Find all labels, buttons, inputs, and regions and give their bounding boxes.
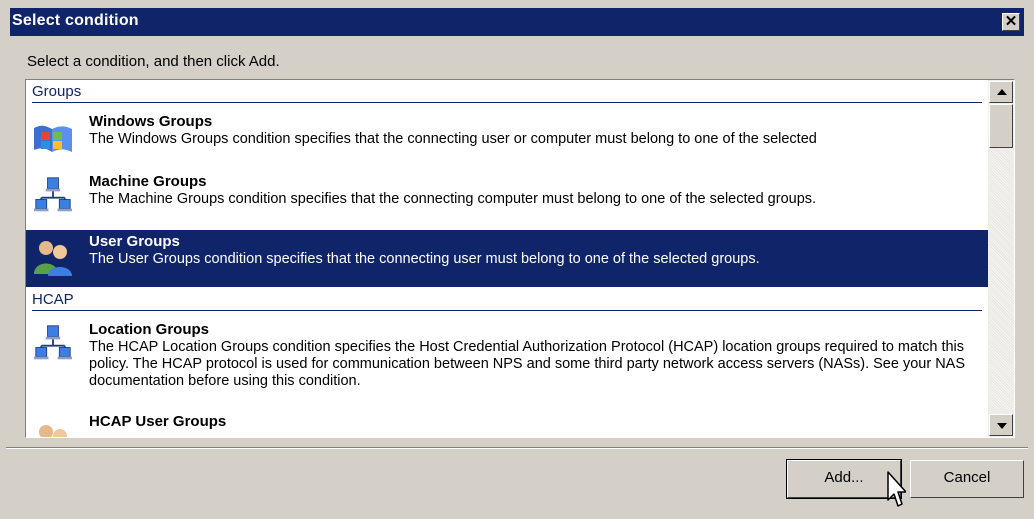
footer-divider xyxy=(6,447,1028,449)
mouse-cursor-icon xyxy=(887,471,906,507)
vertical-scrollbar[interactable] xyxy=(988,80,1014,437)
item-title: HCAP User Groups xyxy=(89,413,227,430)
list-item-location-groups[interactable]: Location Groups The HCAP Location Groups… xyxy=(26,318,988,402)
list-item-hcap-user-groups[interactable]: HCAP User Groups xyxy=(26,410,988,437)
item-description: The Windows Groups condition specifies t… xyxy=(89,131,817,147)
list-item-user-groups[interactable]: User Groups The User Groups condition sp… xyxy=(26,230,988,287)
item-title: User Groups xyxy=(89,233,180,250)
location-groups-icon xyxy=(34,325,72,360)
group-divider xyxy=(32,102,982,103)
scroll-down-button[interactable] xyxy=(989,414,1013,436)
dialog-title: Select condition xyxy=(12,12,139,29)
group-divider xyxy=(32,310,982,311)
item-title: Machine Groups xyxy=(89,173,207,190)
title-bar[interactable]: Select condition ✕ xyxy=(10,8,1024,36)
windows-groups-icon xyxy=(34,125,72,152)
close-button[interactable]: ✕ xyxy=(1002,13,1020,31)
list-item-windows-groups[interactable]: Windows Groups The Windows Groups condit… xyxy=(26,110,988,168)
list-item-machine-groups[interactable]: Machine Groups The Machine Groups condit… xyxy=(26,170,988,228)
item-description: The HCAP Location Groups condition speci… xyxy=(89,339,966,389)
machine-groups-icon xyxy=(34,177,72,212)
close-icon: ✕ xyxy=(1004,13,1018,30)
arrow-down-icon xyxy=(997,423,1007,429)
instruction-text: Select a condition, and then click Add. xyxy=(27,53,280,70)
item-title: Location Groups xyxy=(89,321,209,338)
user-groups-icon xyxy=(34,241,72,276)
item-description: The User Groups condition specifies that… xyxy=(89,251,760,267)
scroll-up-button[interactable] xyxy=(989,81,1013,103)
condition-list-viewport: Groups Windows Groups The Windows Groups… xyxy=(26,80,988,437)
scrollbar-thumb[interactable] xyxy=(989,104,1013,148)
arrow-up-icon xyxy=(997,89,1007,95)
condition-list[interactable]: Groups Windows Groups The Windows Groups… xyxy=(25,79,1015,438)
select-condition-dialog: Select condition ✕ Select a condition, a… xyxy=(0,0,1034,519)
item-description: The Machine Groups condition specifies t… xyxy=(89,191,817,207)
hcap-user-groups-icon xyxy=(39,425,67,437)
item-title: Windows Groups xyxy=(89,113,213,130)
cancel-button[interactable]: Cancel xyxy=(910,460,1024,498)
